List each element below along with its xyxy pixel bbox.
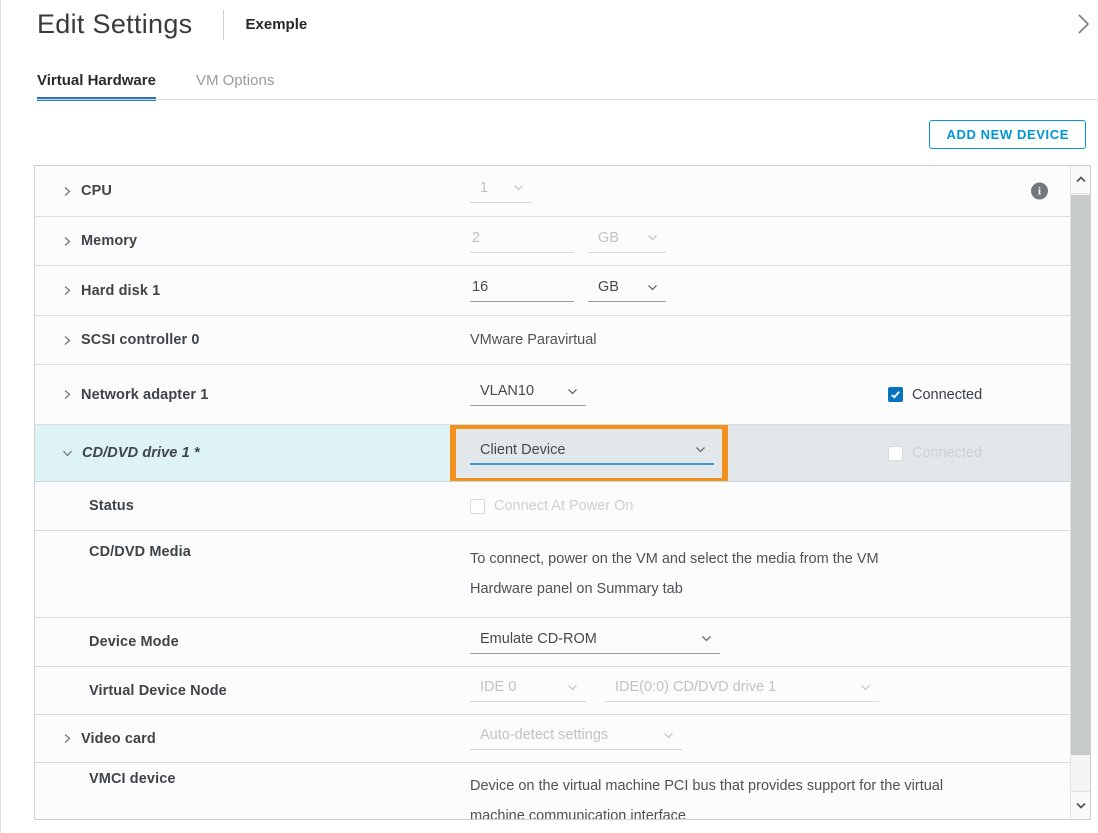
hardware-rows: CPU 1 i Memory GB: [35, 166, 1070, 819]
vertical-scrollbar[interactable]: [1070, 166, 1090, 819]
expand-chevron-icon[interactable]: [62, 733, 72, 744]
row-label: Video card: [81, 731, 156, 747]
expand-chevron-icon[interactable]: [62, 335, 72, 346]
expand-chevron-icon[interactable]: [62, 285, 72, 296]
expand-chevron-icon[interactable]: [62, 389, 72, 400]
row-label: Memory: [81, 233, 137, 249]
row-label: Virtual Device Node: [89, 683, 227, 699]
row-label: CD/DVD drive 1 *: [82, 445, 200, 461]
edit-settings-dialog: { "header": { "title": "Edit Settings", …: [0, 0, 1098, 833]
chevron-down-icon: [701, 634, 712, 643]
row-cd-dvd-media: CD/DVD Media To connect, power on the VM…: [35, 531, 1070, 618]
ide-node-dropdown: IDE(0:0) CD/DVD drive 1: [605, 679, 879, 702]
vmci-device-text: Device on the virtual machine PCI bus th…: [470, 771, 960, 819]
disk-unit-value: GB: [598, 279, 619, 295]
row-label: VMCI device: [89, 771, 176, 787]
device-mode-value: Emulate CD-ROM: [480, 631, 597, 647]
tabs-baseline: [37, 99, 1098, 100]
row-label: SCSI controller 0: [81, 332, 200, 348]
row-vmci-device: VMCI device Device on the virtual machin…: [35, 763, 1070, 819]
row-label: Device Mode: [89, 634, 179, 650]
row-label: Hard disk 1: [81, 283, 160, 299]
row-video-card: Video card Auto-detect settings: [35, 715, 1070, 763]
cd-dvd-media-text: To connect, power on the VM and select t…: [470, 544, 940, 604]
connected-checkbox: [888, 446, 903, 461]
connected-checkbox[interactable]: [888, 387, 903, 402]
connect-at-power-on-label: Connect At Power On: [494, 498, 633, 514]
disk-unit-dropdown[interactable]: GB: [588, 279, 666, 302]
row-cpu: CPU 1 i: [35, 166, 1070, 217]
tab-virtual-hardware[interactable]: Virtual Hardware: [37, 72, 156, 101]
chevron-down-icon: [1075, 801, 1087, 810]
dialog-header: Edit Settings Exemple: [37, 9, 307, 40]
memory-size-input: [470, 230, 574, 253]
video-card-dropdown: Auto-detect settings: [470, 727, 682, 750]
collapse-chevron-icon[interactable]: [62, 448, 73, 458]
expand-chevron-icon[interactable]: [62, 186, 72, 197]
row-label: Status: [89, 498, 134, 514]
memory-unit-value: GB: [598, 230, 619, 246]
chevron-down-icon: [567, 683, 578, 692]
add-new-device-button[interactable]: ADD NEW DEVICE: [929, 120, 1086, 149]
chevron-up-icon: [1075, 175, 1087, 184]
network-dropdown[interactable]: VLAN10: [470, 383, 586, 406]
title-divider: [223, 10, 224, 40]
chevron-down-icon: [860, 683, 871, 692]
row-status: Status Connect At Power On: [35, 482, 1070, 531]
cd-dvd-source-dropdown[interactable]: Client Device: [470, 442, 714, 465]
chevron-down-icon: [647, 233, 658, 242]
page-title: Edit Settings: [37, 9, 193, 40]
scroll-up-button[interactable]: [1071, 166, 1090, 194]
tab-bar: Virtual Hardware VM Options: [37, 72, 274, 101]
chevron-down-icon: [513, 183, 524, 192]
connected-label: Connected: [912, 387, 982, 403]
row-scsi-controller-0: SCSI controller 0 VMware Paravirtual: [35, 316, 1070, 365]
device-mode-dropdown[interactable]: Emulate CD-ROM: [470, 631, 720, 654]
connect-at-power-on-checkbox: [470, 499, 485, 514]
row-label: CPU: [81, 183, 112, 199]
row-device-mode: Device Mode Emulate CD-ROM: [35, 618, 1070, 667]
chevron-down-icon: [567, 387, 578, 396]
row-cd-dvd-drive-1: CD/DVD drive 1 * Client Device Connected: [35, 425, 1070, 482]
scrollbar-thumb[interactable]: [1071, 195, 1090, 755]
tab-vm-options[interactable]: VM Options: [196, 72, 274, 101]
row-network-adapter-1: Network adapter 1 VLAN10 Connected: [35, 365, 1070, 425]
chevron-down-icon: [663, 731, 674, 740]
row-hard-disk-1: Hard disk 1 GB: [35, 266, 1070, 316]
virtual-hardware-table: CPU 1 i Memory GB: [34, 165, 1091, 820]
panel-expand-icon[interactable]: [1075, 12, 1092, 41]
row-virtual-device-node: Virtual Device Node IDE 0 IDE(0:0) CD/DV…: [35, 667, 1070, 715]
cpu-count-value: 1: [480, 180, 488, 196]
row-label: Network adapter 1: [81, 387, 208, 403]
expand-chevron-icon[interactable]: [62, 236, 72, 247]
ide-controller-value: IDE 0: [480, 679, 516, 695]
row-memory: Memory GB: [35, 217, 1070, 266]
ide-node-value: IDE(0:0) CD/DVD drive 1: [615, 679, 776, 695]
cpu-count-dropdown: 1: [470, 180, 532, 203]
scroll-down-button[interactable]: [1071, 791, 1090, 819]
cd-dvd-source-value: Client Device: [480, 442, 565, 458]
check-icon: [890, 389, 901, 400]
connected-label: Connected: [912, 445, 982, 461]
info-icon[interactable]: i: [1031, 183, 1048, 200]
row-label: CD/DVD Media: [89, 544, 191, 560]
vm-name: Exemple: [246, 16, 308, 33]
chevron-down-icon: [695, 445, 706, 454]
scsi-controller-value: VMware Paravirtual: [470, 325, 597, 355]
ide-controller-dropdown: IDE 0: [470, 679, 586, 702]
chevron-down-icon: [647, 283, 658, 292]
memory-unit-dropdown: GB: [588, 230, 666, 253]
disk-size-input[interactable]: [470, 279, 574, 302]
network-value: VLAN10: [480, 383, 534, 399]
video-card-value: Auto-detect settings: [480, 727, 608, 743]
